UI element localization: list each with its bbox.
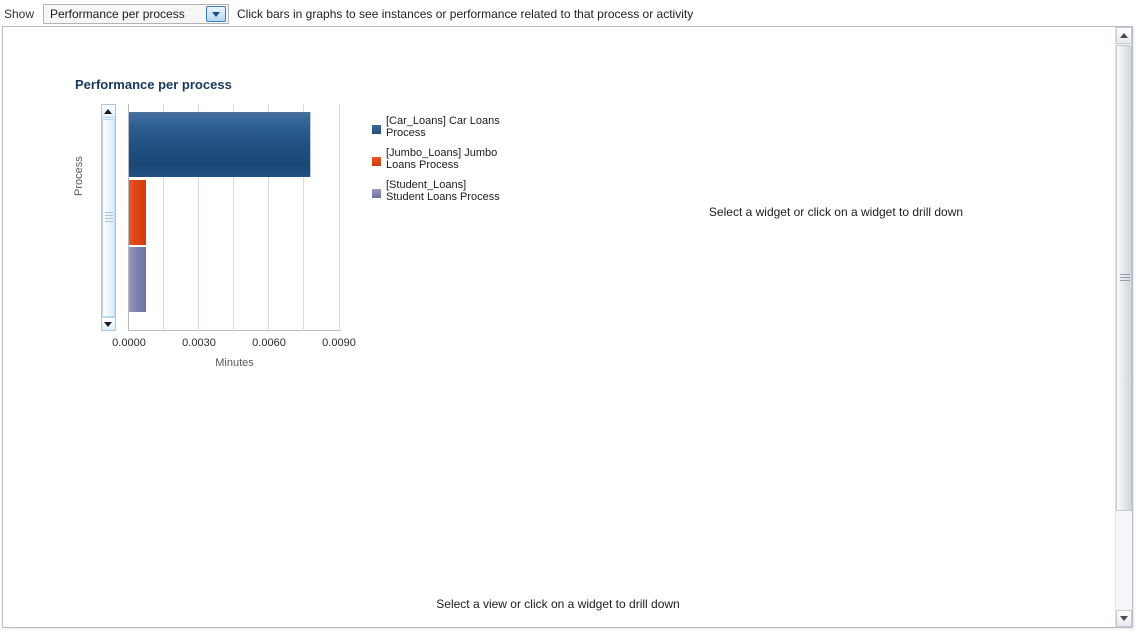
show-label: Show	[4, 7, 35, 21]
scrollbar-grip	[1120, 274, 1130, 283]
chart-vertical-scrollbar[interactable]	[101, 104, 116, 331]
x-axis-tick: 0.0090	[322, 337, 356, 349]
x-axis-tick: 0.0060	[252, 337, 286, 349]
page-scrollbar-thumb[interactable]	[1116, 45, 1132, 511]
application-window: Show Performance per process Click bars …	[0, 0, 1136, 632]
triangle-up-icon[interactable]	[1116, 27, 1132, 44]
legend-item-car-loans[interactable]: [Car_Loans] Car Loans Process	[370, 115, 505, 139]
x-axis-tick: 0.0030	[182, 337, 216, 349]
view-select-value: Performance per process	[50, 7, 185, 21]
chart-legend: [Car_Loans] Car Loans Process [Jumbo_Loa…	[370, 115, 505, 211]
legend-swatch	[372, 157, 381, 166]
triangle-up-icon[interactable]	[102, 105, 115, 118]
legend-label: [Car_Loans] Car Loans Process	[386, 115, 500, 139]
triangle-down-icon[interactable]	[1116, 610, 1132, 627]
dashboard-panel: Performance per process Process 0.0000 0…	[2, 26, 1133, 628]
chevron-down-icon[interactable]	[206, 6, 226, 22]
performance-per-process-widget[interactable]: Performance per process Process 0.0000 0…	[65, 51, 505, 369]
chart-plot-area[interactable]	[128, 104, 341, 331]
chart-title: Performance per process	[75, 77, 232, 92]
view-placeholder-text: Select a view or click on a widget to dr…	[436, 597, 680, 611]
page-vertical-scrollbar[interactable]	[1115, 27, 1132, 627]
legend-swatch	[372, 125, 381, 134]
view-select[interactable]: Performance per process	[43, 4, 229, 24]
bar-car-loans[interactable]	[129, 112, 311, 177]
y-axis-title: Process	[73, 156, 85, 196]
top-toolbar: Show Performance per process Click bars …	[0, 0, 1136, 28]
gridline	[339, 104, 340, 331]
legend-label: [Student_Loans] Student Loans Process	[386, 179, 500, 203]
triangle-down-icon[interactable]	[102, 317, 115, 330]
toolbar-hint: Click bars in graphs to see instances or…	[237, 7, 694, 21]
scrollbar-grip	[105, 212, 113, 223]
x-axis-tick: 0.0000	[112, 337, 146, 349]
legend-item-jumbo-loans[interactable]: [Jumbo_Loans] Jumbo Loans Process	[370, 147, 505, 171]
bar-student-loans[interactable]	[129, 247, 146, 312]
chart-scrollbar-thumb[interactable]	[102, 119, 115, 317]
bar-jumbo-loans[interactable]	[129, 180, 146, 245]
legend-swatch	[372, 189, 381, 198]
legend-label: [Jumbo_Loans] Jumbo Loans Process	[386, 147, 498, 171]
x-axis-title: Minutes	[215, 357, 254, 369]
legend-item-student-loans[interactable]: [Student_Loans] Student Loans Process	[370, 179, 505, 203]
widget-placeholder-text: Select a widget or click on a widget to …	[708, 205, 964, 219]
